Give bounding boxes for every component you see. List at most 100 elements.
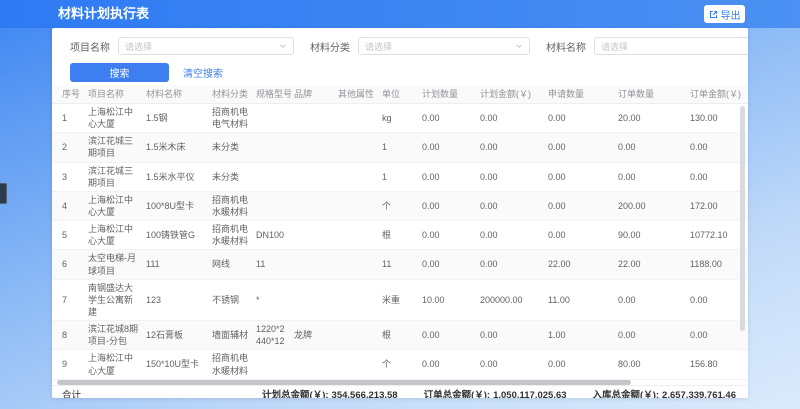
table-cell — [290, 263, 334, 267]
material-name-placeholder: 请选择 — [601, 40, 628, 53]
table-cell: 8 — [58, 327, 84, 343]
sidebar-collapse-handle[interactable] — [0, 183, 7, 204]
table-cell: 上海松江中心大厦 — [84, 350, 142, 378]
page-title: 材料计划执行表 — [58, 0, 149, 28]
table-row[interactable]: 6太空电梯-月球项目111网线11110.000.0022.0022.00118… — [52, 250, 748, 279]
search-button[interactable]: 搜索 — [70, 63, 169, 82]
table-cell — [252, 204, 290, 208]
vertical-scrollbar[interactable] — [740, 106, 745, 331]
table-cell: 滨江花城三期项目 — [84, 163, 142, 191]
column-header: 申请数量 — [544, 88, 614, 100]
table-cell: 172.00 — [686, 198, 748, 214]
table-cell: 3 — [58, 169, 84, 185]
table-cell: 0.00 — [418, 227, 476, 243]
table-row[interactable]: 4上海松江中心大厦100*8U型卡招商机电水暖材料个0.000.000.0020… — [52, 192, 748, 221]
table-row[interactable]: 5上海松江中心大厦100铸铁管G招商机电水暖材料DN100根0.000.000.… — [52, 221, 748, 250]
table-header-row: 序号项目名称材料名称材料分类规格型号品牌其他属性单位计划数量计划金额(￥)申请数… — [52, 86, 748, 104]
column-header: 订单数量 — [614, 88, 686, 100]
table-cell — [252, 363, 290, 367]
table-cell: 5 — [58, 227, 84, 243]
material-category-select[interactable]: 请选择 — [358, 37, 530, 55]
clear-search-button[interactable]: 清空搜索 — [183, 65, 223, 80]
table-cell — [290, 233, 334, 237]
horizontal-scrollbar[interactable] — [57, 380, 631, 385]
table-cell: 1.5米木床 — [142, 139, 208, 155]
table-cell: 0.00 — [476, 327, 544, 343]
table-cell: 未分类 — [208, 169, 252, 185]
table-cell: 111 — [142, 256, 208, 272]
table-cell: 0.00 — [476, 110, 544, 126]
table-cell — [334, 175, 378, 179]
table-cell: 龙牌 — [290, 327, 334, 343]
chevron-down-icon — [515, 42, 523, 50]
table-cell — [252, 145, 290, 149]
column-header: 订单金额(￥) — [686, 88, 748, 100]
table-cell: 2 — [58, 139, 84, 155]
table-cell: 0.00 — [544, 356, 614, 372]
order-total-amount: 订单总金额(￥):1,050,117,025.63 — [424, 387, 567, 398]
table-cell: 0.00 — [544, 139, 614, 155]
column-header: 材料分类 — [208, 88, 252, 100]
table-cell: 90.00 — [614, 227, 686, 243]
table-cell: 0.00 — [476, 227, 544, 243]
table-cell — [290, 175, 334, 179]
table-cell: 0.00 — [418, 356, 476, 372]
table-cell: 12石膏板 — [142, 327, 208, 343]
table-row[interactable]: 7南钢盛达大学生公寓新建123不锈钢*米重10.00200000.0011.00… — [52, 280, 748, 321]
table-cell: 0.00 — [418, 169, 476, 185]
summary-label: 合计 — [62, 387, 81, 398]
table-cell: 6 — [58, 256, 84, 272]
table-cell — [334, 145, 378, 149]
table-cell — [334, 116, 378, 120]
table-cell — [290, 145, 334, 149]
horizontal-scrollbar-track — [56, 380, 740, 385]
table-cell: 0.00 — [418, 139, 476, 155]
table-row[interactable]: 9上海松江中心大厦150*10U型卡招商机电水暖材料个0.000.000.008… — [52, 350, 748, 379]
material-category-placeholder: 请选择 — [365, 40, 392, 53]
plan-total-amount: 计划总金额(￥):354,566,213.58 — [262, 387, 398, 398]
table-cell: 招商机电水暖材料 — [208, 192, 252, 220]
inbound-total-amount: 入库总金额(￥):2,657,339,761.46 — [593, 387, 736, 398]
table-cell: 0.00 — [614, 327, 686, 343]
table-cell: kg — [378, 110, 418, 126]
export-button[interactable]: 导出 — [704, 5, 745, 23]
table-row[interactable]: 8滨江花城8期项目-分包12石膏板墙面辅材1220*2440*12龙牌根0.00… — [52, 321, 748, 350]
table-cell: 0.00 — [476, 198, 544, 214]
table-cell: 1.5钢 — [142, 110, 208, 126]
filter-field-category: 材料分类 请选择 — [310, 37, 530, 55]
table-cell: 1 — [58, 110, 84, 126]
table-cell: 0.00 — [544, 227, 614, 243]
table-cell: 滨江花城8期项目-分包 — [84, 321, 142, 349]
table-cell: 个 — [378, 198, 418, 214]
table-row[interactable]: 1上海松江中心大厦1.5钢招商机电电气材料kg0.000.000.0020.00… — [52, 104, 748, 133]
table-cell: 上海松江中心大厦 — [84, 192, 142, 220]
table-cell — [334, 204, 378, 208]
table-cell — [290, 298, 334, 302]
table-cell: 不锈钢 — [208, 292, 252, 308]
table-cell: 墙面辅材 — [208, 327, 252, 343]
column-header: 规格型号 — [252, 88, 290, 100]
table-cell: 1.00 — [544, 327, 614, 343]
table-row[interactable]: 2滨江花城三期项目1.5米木床未分类10.000.000.000.000.00 — [52, 133, 748, 162]
column-header: 序号 — [58, 88, 84, 100]
table-cell — [290, 116, 334, 120]
table-cell: 22.00 — [544, 256, 614, 272]
table-cell — [334, 298, 378, 302]
table-cell: 1.5米水平仪 — [142, 169, 208, 185]
table-cell: 200.00 — [614, 198, 686, 214]
table-cell: 11 — [252, 256, 290, 272]
table-cell: 上海松江中心大厦 — [84, 221, 142, 249]
summary-row: 合计 计划总金额(￥):354,566,213.58 订单总金额(￥):1,05… — [52, 385, 748, 398]
table-cell: 0.00 — [544, 169, 614, 185]
project-name-label: 项目名称 — [70, 39, 110, 54]
table-cell: 10.00 — [418, 292, 476, 308]
table-cell: 11 — [378, 256, 418, 272]
table-cell: * — [252, 292, 290, 308]
table-cell: 10772.10 — [686, 227, 748, 243]
table-cell: 米重 — [378, 292, 418, 308]
project-name-select[interactable]: 请选择 — [118, 37, 294, 55]
table-cell: 0.00 — [476, 169, 544, 185]
data-table: 序号项目名称材料名称材料分类规格型号品牌其他属性单位计划数量计划金额(￥)申请数… — [52, 86, 748, 385]
table-row[interactable]: 3滨江花城三期项目1.5米水平仪未分类10.000.000.000.000.00 — [52, 163, 748, 192]
material-name-select[interactable]: 请选择 — [594, 37, 748, 55]
